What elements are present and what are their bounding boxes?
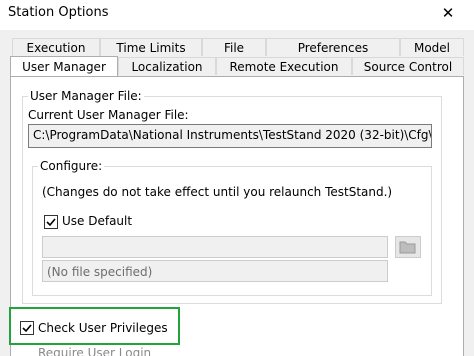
tab-localization[interactable]: Localization bbox=[118, 57, 216, 75]
window-title: Station Options bbox=[8, 5, 109, 20]
require-user-login-label: Require User Login bbox=[38, 346, 152, 356]
tab-execution[interactable]: Execution bbox=[12, 38, 100, 56]
tab-source-control[interactable]: Source Control bbox=[352, 57, 464, 75]
file-status-field: (No file specified) bbox=[42, 260, 388, 282]
close-button[interactable]: ✕ bbox=[428, 0, 468, 26]
check-user-privileges-label: Check User Privileges bbox=[38, 321, 168, 335]
tab-file[interactable]: File bbox=[202, 38, 266, 56]
browse-button[interactable] bbox=[395, 236, 421, 258]
use-default-label: Use Default bbox=[62, 214, 133, 228]
title-bar: Station Options ✕ bbox=[0, 0, 474, 30]
checkmark-icon bbox=[46, 218, 56, 227]
close-icon: ✕ bbox=[441, 4, 455, 22]
tab-remote-execution[interactable]: Remote Execution bbox=[216, 57, 352, 75]
use-default-checkbox[interactable] bbox=[44, 215, 58, 229]
tab-preferences[interactable]: Preferences bbox=[266, 38, 400, 56]
tab-model[interactable]: Model bbox=[400, 38, 464, 56]
checkmark-icon bbox=[22, 324, 32, 333]
relaunch-note: (Changes do not take effect until you re… bbox=[42, 185, 393, 199]
folder-icon bbox=[399, 241, 416, 254]
current-file-label: Current User Manager File: bbox=[28, 108, 189, 122]
check-user-privileges-checkbox[interactable] bbox=[20, 321, 34, 335]
user-file-path-input[interactable] bbox=[42, 236, 388, 258]
configure-label: Configure: bbox=[38, 159, 105, 173]
tab-time-limits[interactable]: Time Limits bbox=[100, 38, 202, 56]
user-manager-file-label: User Manager File: bbox=[28, 89, 144, 103]
tab-user-manager[interactable]: User Manager bbox=[10, 56, 118, 76]
current-file-path: C:\ProgramData\National Instruments\Test… bbox=[28, 124, 432, 148]
